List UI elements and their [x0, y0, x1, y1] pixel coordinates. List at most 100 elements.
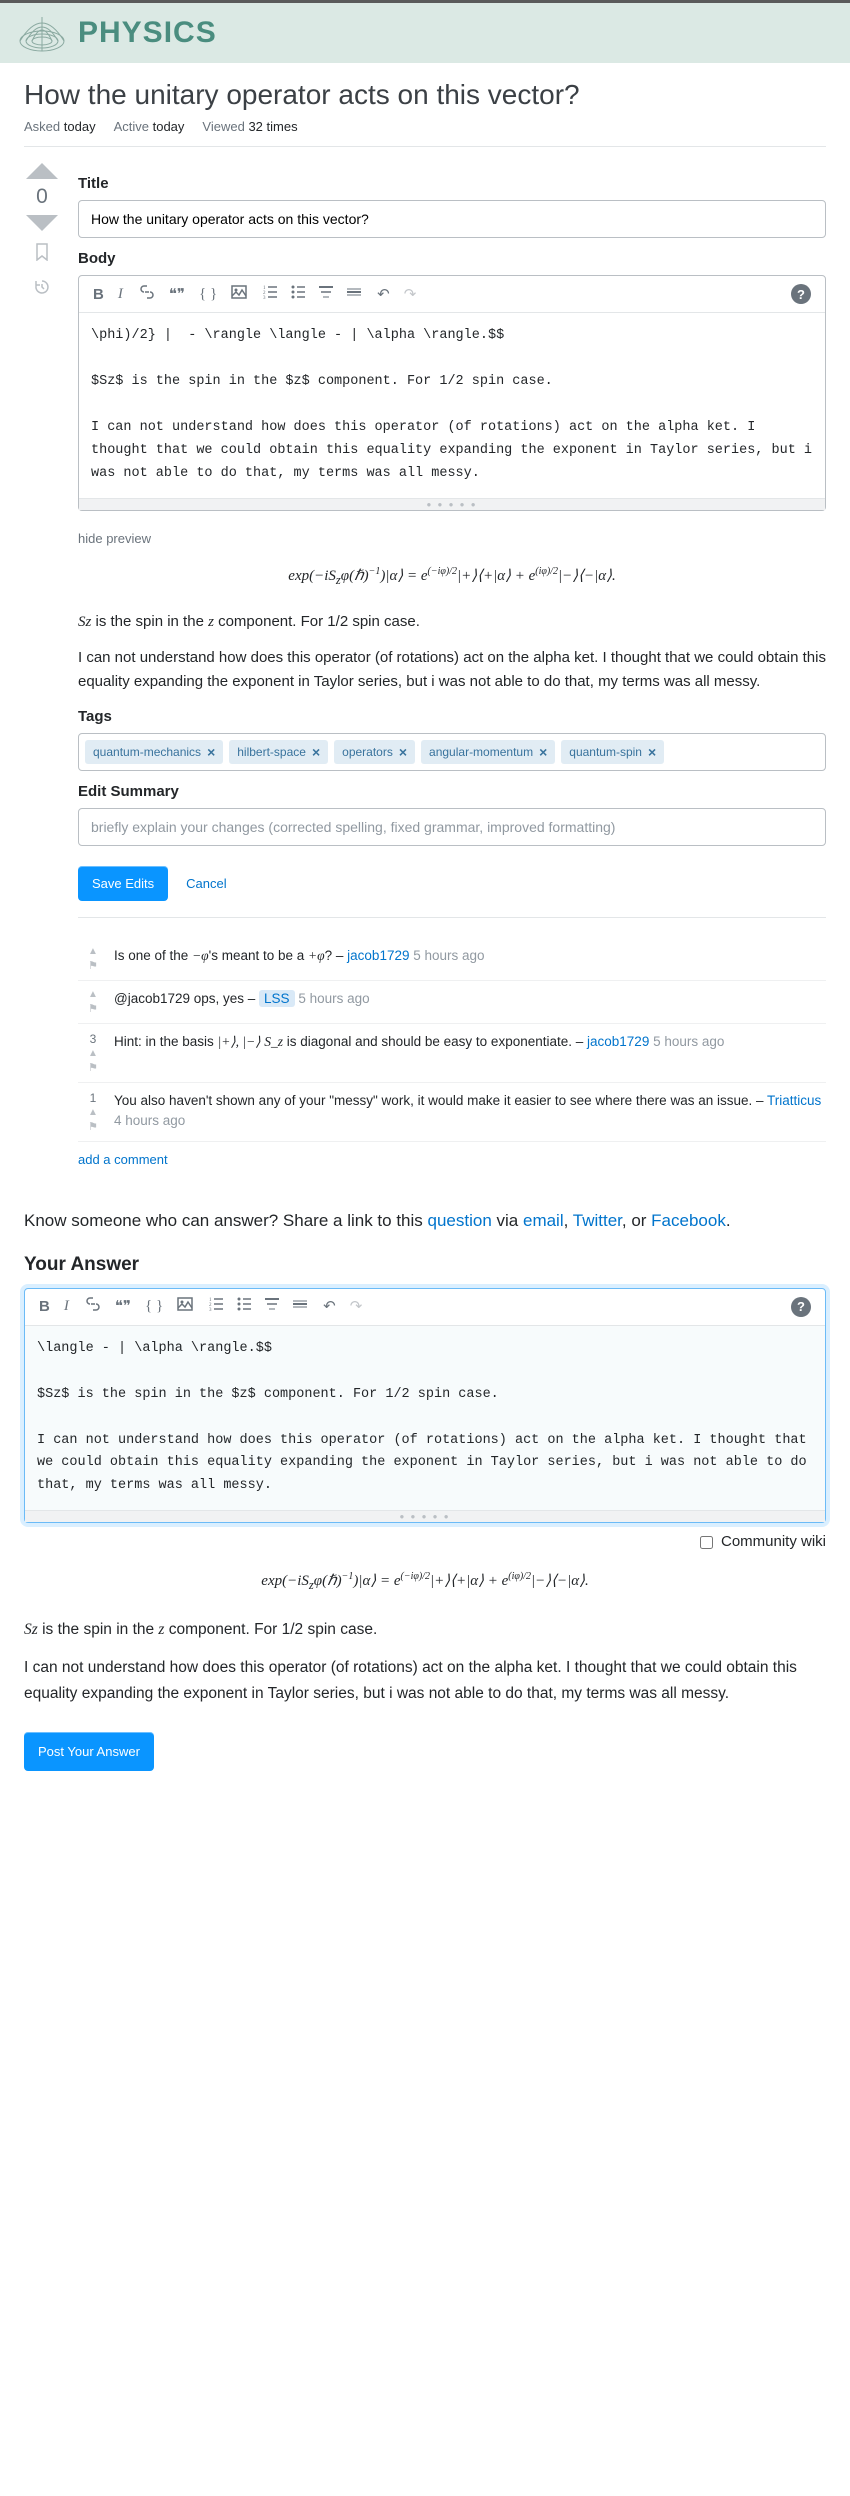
answer-grippie[interactable]: ● ● ● ● ● [25, 1510, 825, 1522]
tag-remove-icon[interactable]: × [648, 744, 656, 760]
ans-image-button[interactable] [177, 1297, 193, 1316]
body-textarea[interactable]: \phi)/2} | - \rangle \langle - | \alpha … [79, 313, 825, 498]
tag-chip[interactable]: quantum-spin × [561, 740, 664, 764]
vote-cell: 0 [24, 163, 60, 1187]
site-logo-icon [18, 13, 66, 53]
share-twitter-link[interactable]: Twitter [573, 1211, 622, 1230]
tag-remove-icon[interactable]: × [312, 744, 320, 760]
ans-ol-button[interactable]: 123 [209, 1297, 223, 1316]
title-label: Title [78, 175, 826, 192]
save-edits-button[interactable]: Save Edits [78, 866, 168, 901]
ans-help-icon[interactable]: ? [791, 1297, 811, 1317]
tags-input[interactable]: quantum-mechanics ×hilbert-space ×operat… [78, 733, 826, 771]
comments-list: ▲⚑Is one of the −φ's meant to be a +φ? –… [78, 938, 826, 1142]
add-comment-link[interactable]: add a comment [78, 1152, 168, 1167]
summary-label: Edit Summary [78, 783, 826, 800]
bold-button[interactable]: B [93, 286, 104, 303]
comment: 1▲⚑You also haven't shown any of your "m… [78, 1083, 826, 1142]
answer-textarea[interactable]: \langle - | \alpha \rangle.$$ $Sz$ is th… [25, 1326, 825, 1511]
community-wiki-checkbox[interactable] [700, 1536, 713, 1549]
comment-upvote-icon[interactable]: ▲ [88, 1107, 98, 1118]
ans-undo-button[interactable]: ↶ [323, 1297, 336, 1316]
ans-code-button[interactable]: { } [145, 1298, 163, 1315]
ul-button[interactable] [291, 285, 305, 304]
site-header: PHYSICS [0, 3, 850, 63]
comment-flag-icon[interactable]: ⚑ [88, 1061, 98, 1074]
ans-preview-sz: Sz [24, 1621, 38, 1638]
share-question-link[interactable]: question [428, 1211, 492, 1230]
comment-user[interactable]: jacob1729 [587, 1034, 649, 1049]
editor-help-icon[interactable]: ? [791, 284, 811, 304]
comment: ▲⚑@jacob1729 ops, yes – LSS 5 hours ago [78, 981, 826, 1024]
ans-link-button[interactable] [85, 1297, 101, 1316]
ans-redo-button[interactable]: ↷ [350, 1297, 363, 1316]
comment-user[interactable]: jacob1729 [347, 948, 409, 963]
ans-hr-button[interactable] [293, 1297, 307, 1316]
ans-quote-button[interactable]: ❝❞ [115, 1297, 131, 1316]
hide-preview-link[interactable]: hide preview [78, 531, 151, 546]
tag-remove-icon[interactable]: × [539, 744, 547, 760]
site-name[interactable]: PHYSICS [78, 16, 217, 50]
comment-time: 4 hours ago [114, 1113, 185, 1128]
active-label: Active [114, 119, 149, 134]
comment-upvote-icon[interactable]: ▲ [88, 989, 98, 1000]
tags-label: Tags [78, 708, 826, 725]
undo-button[interactable]: ↶ [377, 285, 390, 304]
comment-body: You also haven't shown any of your "mess… [114, 1091, 822, 1133]
comment-flag-icon[interactable]: ⚑ [88, 959, 98, 972]
comment-flag-icon[interactable]: ⚑ [88, 1002, 98, 1015]
tag-chip[interactable]: hilbert-space × [229, 740, 328, 764]
your-answer-heading: Your Answer [24, 1254, 826, 1276]
comment: 3▲⚑Hint: in the basis |+⟩, |−⟩ S_z is di… [78, 1024, 826, 1083]
comment-flag-icon[interactable]: ⚑ [88, 1120, 98, 1133]
title-input[interactable] [78, 200, 826, 238]
share-email-link[interactable]: email [523, 1211, 564, 1230]
upvote-button[interactable] [26, 163, 58, 179]
ans-italic-button[interactable]: I [64, 1298, 69, 1315]
tag-chip[interactable]: operators × [334, 740, 415, 764]
comment-body: Hint: in the basis |+⟩, |−⟩ S_z is diago… [114, 1032, 822, 1074]
ans-heading-button[interactable] [265, 1297, 279, 1316]
comment-upvote-icon[interactable]: ▲ [88, 946, 98, 957]
downvote-button[interactable] [26, 215, 58, 231]
comment-upvote-icon[interactable]: ▲ [88, 1048, 98, 1059]
comment-score: ▲⚑ [82, 946, 104, 972]
question-meta: Asked today Active today Viewed 32 times [24, 119, 826, 147]
question-title: How the unitary operator acts on this ve… [24, 79, 826, 111]
post-answer-button[interactable]: Post Your Answer [24, 1732, 154, 1771]
ol-button[interactable]: 123 [263, 285, 277, 304]
cancel-button[interactable]: Cancel [186, 876, 226, 891]
preview-sz-text: is the spin in the [91, 613, 208, 630]
svg-text:3: 3 [263, 296, 266, 299]
heading-button[interactable] [319, 285, 333, 304]
quote-button[interactable]: ❝❞ [169, 285, 185, 304]
tag-chip[interactable]: angular-momentum × [421, 740, 555, 764]
ans-preview-sz-end: component. For 1/2 spin case. [164, 1621, 377, 1638]
tag-remove-icon[interactable]: × [399, 744, 407, 760]
image-button[interactable] [231, 285, 247, 304]
ans-ul-button[interactable] [237, 1297, 251, 1316]
italic-button[interactable]: I [118, 286, 123, 303]
comment-score: ▲⚑ [82, 989, 104, 1015]
ans-bold-button[interactable]: B [39, 1298, 50, 1315]
body-editor: B I ❝❞ { } 123 [78, 275, 826, 511]
edit-summary-input[interactable] [78, 808, 826, 846]
tag-remove-icon[interactable]: × [207, 744, 215, 760]
comment-time: 5 hours ago [298, 991, 369, 1006]
svg-text:3: 3 [209, 1308, 212, 1311]
tag-chip[interactable]: quantum-mechanics × [85, 740, 223, 764]
redo-button[interactable]: ↷ [404, 285, 417, 304]
comment-user[interactable]: LSS [259, 990, 295, 1007]
ans-preview-sz-text: is the spin in the [38, 1621, 159, 1638]
resize-grippie[interactable]: ● ● ● ● ● [79, 498, 825, 510]
link-button[interactable] [139, 285, 155, 304]
history-icon[interactable] [33, 278, 51, 301]
comment-user[interactable]: Triatticus [767, 1093, 821, 1108]
share-facebook-link[interactable]: Facebook [651, 1211, 726, 1230]
comment-time: 5 hours ago [413, 948, 484, 963]
code-button[interactable]: { } [199, 286, 217, 303]
hr-button[interactable] [347, 285, 361, 304]
bookmark-icon[interactable] [34, 243, 50, 266]
community-wiki-row: Community wiki [24, 1523, 826, 1560]
community-wiki-label[interactable]: Community wiki [700, 1533, 826, 1550]
